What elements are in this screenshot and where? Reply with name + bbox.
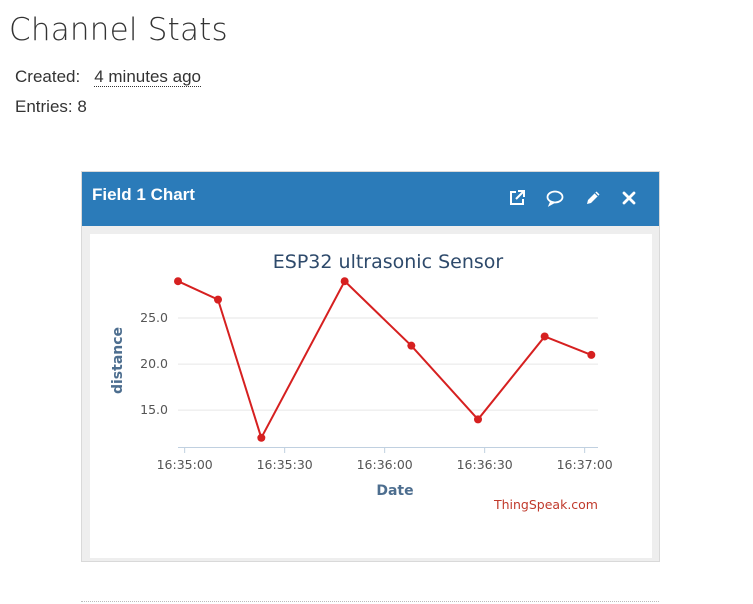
y-axis-label: distance: [110, 327, 126, 394]
panel-header: Field 1 Chart: [82, 172, 659, 226]
created-row: Created: 4 minutes ago: [15, 67, 201, 87]
chart-area: ESP32 ultrasonic Sensor 15.0 20.0 25.0 16:35…: [90, 234, 652, 558]
entries-label: Entries:: [15, 97, 73, 116]
data-point: [540, 332, 549, 341]
data-point: [174, 277, 182, 286]
chart-credit: ThingSpeak.com: [493, 497, 598, 512]
data-point: [340, 277, 349, 286]
x-tick-label: 16:35:00: [157, 457, 213, 472]
line-chart: ESP32 ultrasonic Sensor 15.0 20.0 25.0 16:35…: [110, 251, 613, 512]
close-icon[interactable]: [619, 188, 639, 208]
data-point: [257, 433, 266, 442]
x-tick-label: 16:36:00: [357, 457, 413, 472]
panel-title: Field 1 Chart: [92, 185, 195, 204]
x-axis-label: Date: [376, 483, 413, 499]
pencil-icon[interactable]: [583, 188, 603, 208]
comment-icon[interactable]: [545, 188, 565, 208]
y-tick-label: 15.0: [140, 402, 168, 417]
data-point: [587, 350, 596, 359]
chart-title: ESP32 ultrasonic Sensor: [273, 251, 504, 273]
x-tick-label: 16:36:30: [457, 457, 513, 472]
data-point: [214, 295, 222, 304]
series-line: [177, 279, 592, 441]
divider: [81, 601, 659, 602]
created-value: 4 minutes ago: [94, 67, 201, 87]
y-tick-label: 25.0: [140, 310, 168, 325]
x-tick-label: 16:37:00: [557, 457, 613, 472]
x-tick-label: 16:35:30: [257, 457, 313, 472]
created-label: Created:: [15, 67, 81, 86]
entries-value: 8: [77, 97, 87, 116]
entries-row: Entries: 8: [15, 97, 87, 117]
external-link-icon[interactable]: [507, 188, 527, 208]
data-point: [407, 341, 416, 350]
y-tick-label: 20.0: [140, 356, 168, 371]
page-title: Channel Stats: [9, 12, 228, 48]
field-chart-panel: Field 1 Chart ESP32 ultrasonic Sensor 15…: [81, 171, 660, 562]
data-point: [474, 415, 482, 424]
